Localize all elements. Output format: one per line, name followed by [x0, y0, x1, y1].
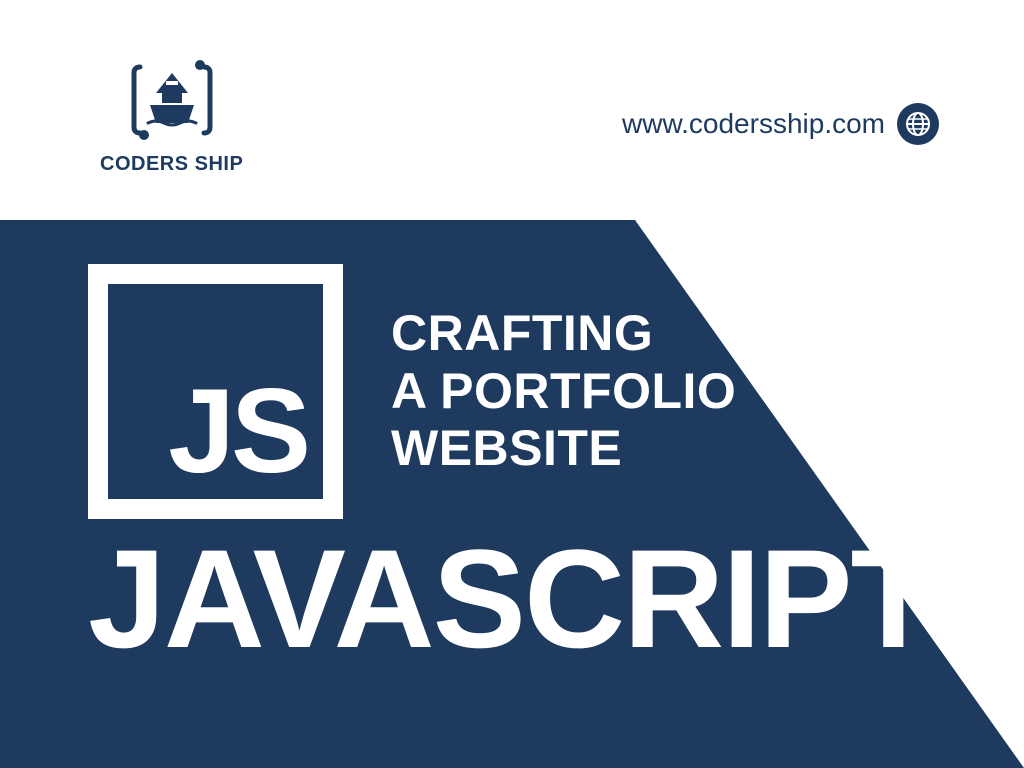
hero-content: JS CRAFTING A PORTFOLIO WEBSITE JAVASCRI…	[0, 220, 1024, 768]
ship-logo-icon	[122, 55, 222, 145]
js-badge-box: JS	[88, 264, 343, 519]
hero-mid-row: JS CRAFTING A PORTFOLIO WEBSITE	[88, 264, 1024, 519]
url-block: www.codersship.com	[622, 103, 939, 145]
tagline-line-2: A PORTFOLIO	[391, 363, 736, 421]
hero-tagline: CRAFTING A PORTFOLIO WEBSITE	[391, 305, 736, 478]
globe-icon	[897, 103, 939, 145]
brand-logo-block: CODERS SHIP	[100, 55, 243, 176]
website-url: www.codersship.com	[622, 108, 885, 140]
js-badge-text: JS	[168, 371, 307, 491]
header: CODERS SHIP www.codersship.com	[0, 0, 1024, 220]
tagline-line-1: CRAFTING	[391, 305, 736, 363]
brand-name: CODERS SHIP	[100, 153, 243, 176]
tagline-line-3: WEBSITE	[391, 420, 736, 478]
hero-title: JAVASCRIPT	[88, 529, 1024, 669]
